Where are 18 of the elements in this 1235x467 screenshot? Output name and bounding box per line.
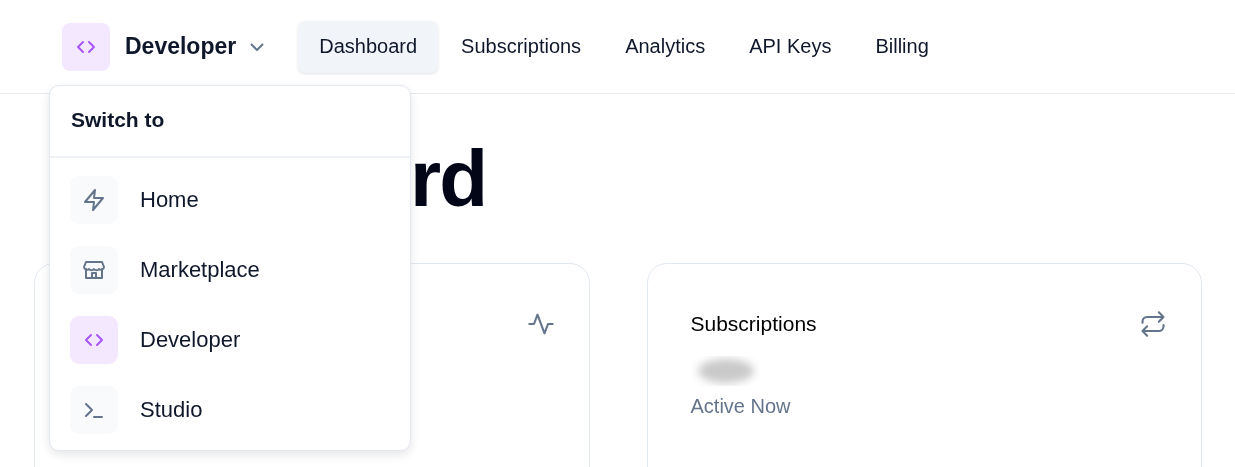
page-title: rd [410, 139, 486, 219]
lightning-icon [82, 188, 106, 212]
card-title: Subscriptions [690, 312, 817, 336]
workspace-switcher[interactable]: Developer [125, 33, 265, 60]
menu-heading: Switch to [50, 86, 410, 158]
menu-item[interactable]: Home [70, 176, 390, 224]
menu-item[interactable]: Developer [70, 316, 390, 364]
nav-tab[interactable]: Dashboard [298, 20, 439, 73]
chevron-down-icon [250, 42, 265, 51]
nav-tab[interactable]: Subscriptions [440, 20, 603, 73]
nav-tab[interactable]: Billing [854, 20, 950, 73]
store-icon [82, 258, 106, 282]
nav-tab[interactable]: API Keys [728, 20, 853, 73]
nav-tab[interactable]: Analytics [604, 20, 727, 73]
menu-item[interactable]: Marketplace [70, 246, 390, 294]
repeat-icon [1139, 310, 1167, 338]
card-caption: Active Now [690, 395, 791, 418]
menu-item[interactable]: Studio [70, 386, 390, 434]
